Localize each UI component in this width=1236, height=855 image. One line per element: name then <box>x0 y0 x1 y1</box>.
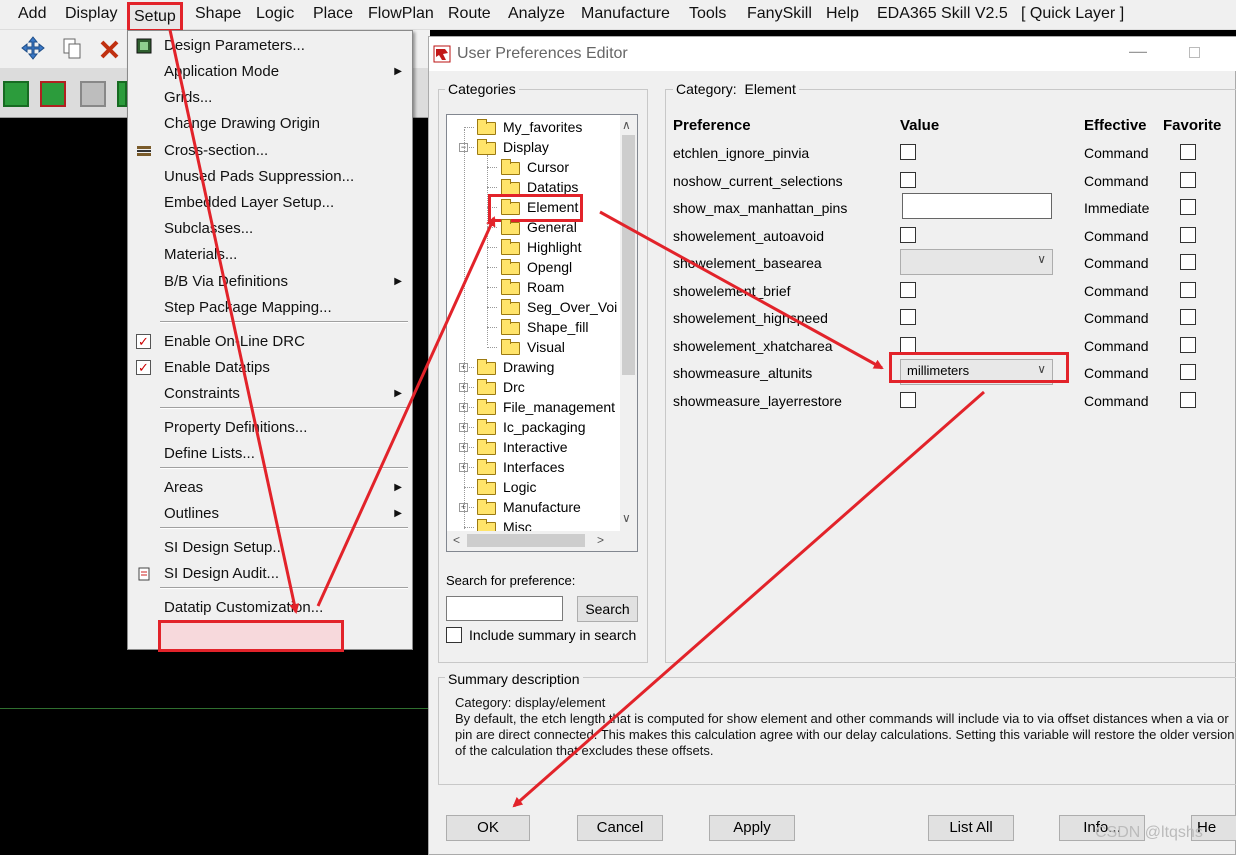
arrow-setup-to-userprefs <box>168 29 300 614</box>
arrow-altunits-to-ok <box>512 390 985 808</box>
arrow-element-to-altunits <box>599 210 884 370</box>
arrow-userprefs-to-element <box>316 216 496 607</box>
annotation-arrows <box>168 29 985 808</box>
watermark: CSDN @ltqshs <box>1095 824 1203 841</box>
